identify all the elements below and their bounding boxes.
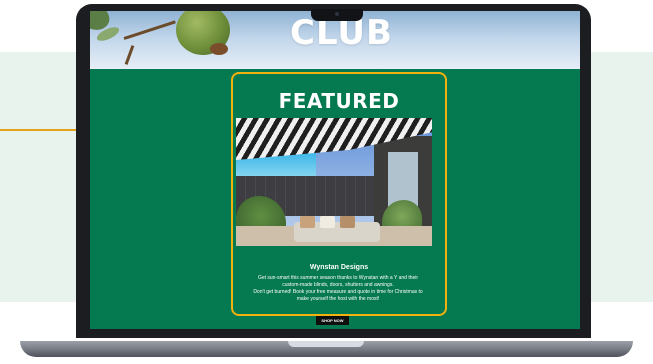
laptop-camera-icon [335, 12, 339, 16]
branch-image [124, 45, 135, 65]
laptop-hinge-notch [288, 341, 364, 347]
gumnut-cap-image [210, 43, 228, 55]
featured-title: FEATURED [278, 89, 400, 113]
branch-image [123, 20, 176, 40]
feature-image [236, 118, 432, 246]
feature-description-line: Don't get burned! Book your free measure… [253, 289, 423, 295]
feature-description: Get sun-smart this summer season thanks … [238, 275, 438, 303]
camera-notch [311, 9, 363, 21]
feature-description-line: custom-made blinds, doors, shutters and … [282, 282, 394, 288]
cushion-image [340, 216, 355, 228]
shop-now-button[interactable]: SHOP NOW [316, 316, 349, 325]
feature-description-line: make yourself the host with the most! [296, 296, 380, 302]
feature-heading: Wynstan Designs [309, 264, 369, 271]
feature-description-line: Get sun-smart this summer season thanks … [257, 275, 419, 281]
laptop-screen: CLUB FEATURED Wynstan Designs Get sun-sm… [90, 11, 580, 329]
cushion-image [320, 216, 335, 228]
cushion-image [300, 216, 315, 228]
